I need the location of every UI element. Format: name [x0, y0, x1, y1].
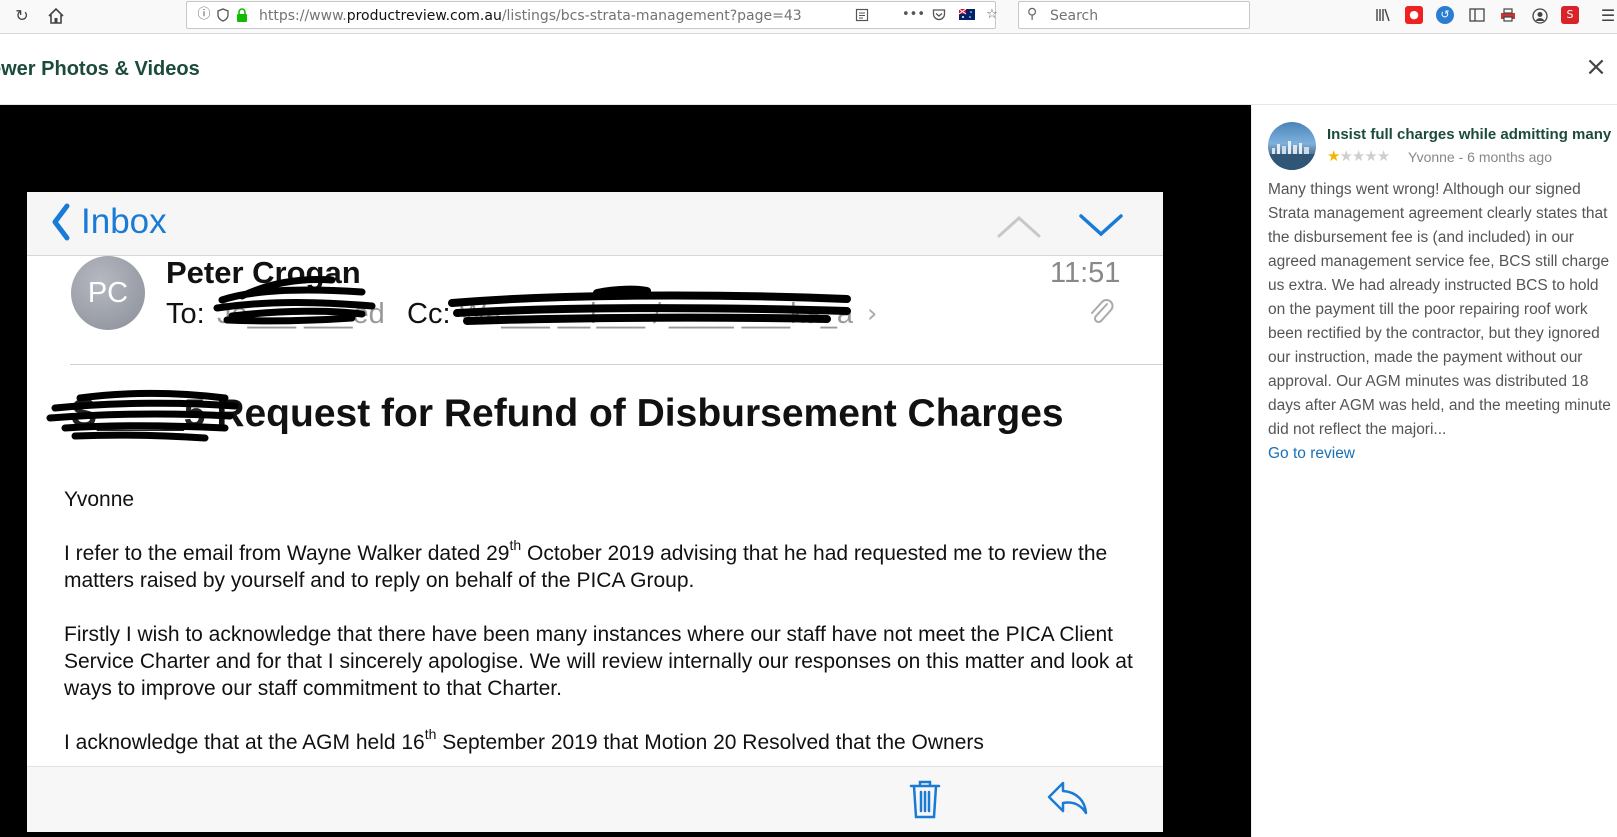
attachment-icon — [1091, 299, 1114, 324]
url-text[interactable]: https://www.productreview.com.au/listing… — [259, 6, 802, 26]
extension-blue-icon[interactable]: ↺ — [1436, 6, 1454, 24]
star-empty-icon: ★ — [1339, 147, 1352, 165]
sender-name: Peter Crogan — [166, 255, 361, 290]
search-input[interactable]: Search — [1050, 6, 1098, 26]
close-icon[interactable]: × — [1585, 54, 1607, 80]
chevron-down-icon — [1079, 214, 1123, 237]
star-filled-icon: ★ — [1327, 147, 1340, 165]
subject-text: Request for Refund of Disbursement Charg… — [216, 392, 1064, 435]
reload-icon[interactable]: ↻ — [10, 4, 34, 28]
avatar: PC — [71, 256, 145, 330]
home-icon[interactable] — [44, 4, 68, 28]
extension-s-icon[interactable]: S — [1561, 6, 1579, 24]
print-icon[interactable] — [1496, 4, 1520, 28]
pocket-icon[interactable] — [930, 5, 948, 25]
subject-prefix-redacted: S____5 — [71, 392, 206, 435]
australia-flag-icon[interactable] — [958, 5, 976, 25]
header-divider — [70, 364, 1163, 365]
reply-icon — [1047, 781, 1088, 815]
salutation: Yvonne — [64, 488, 135, 511]
sidebar-icon[interactable] — [1465, 4, 1489, 28]
star-empty-icon: ★ — [1376, 147, 1390, 165]
chevron-right-icon: › — [867, 299, 878, 329]
url-bar[interactable]: ⓘ https://www.productreview.com.au/listi… — [186, 1, 998, 29]
menu-icon[interactable]: ☰ — [1596, 4, 1617, 28]
modal-header: ewer Photos & Videos × — [0, 34, 1617, 105]
email-time: 11:51 — [1050, 257, 1121, 289]
cc-label: Cc: — [407, 298, 451, 330]
email-body: Yvonne I refer to the email from Wayne W… — [64, 486, 1144, 783]
bookmark-star-icon[interactable]: ☆ — [983, 5, 1001, 25]
star-empty-icon: ★ — [1351, 147, 1365, 165]
paragraph-2: Firstly I wish to acknowledge that there… — [64, 623, 1133, 700]
star-empty-icon: ★ — [1364, 147, 1377, 165]
review-meta: Yvonne - 6 months ago — [1408, 149, 1553, 165]
page-actions-icon[interactable]: ••• — [902, 5, 925, 25]
go-to-review-link[interactable]: Go to review — [1268, 444, 1355, 464]
email-screenshot: Inbox PC Peter Crogan 11:51 To: Jo___ __… — [27, 192, 1163, 832]
review-title[interactable]: Insist full charges while admitting many — [1327, 125, 1617, 145]
review-age: 6 months ago — [1467, 149, 1553, 165]
mail-bottom-toolbar — [27, 766, 1163, 832]
star-rating: ★★★★★ — [1327, 147, 1390, 165]
library-icon[interactable] — [1371, 4, 1395, 28]
modal-title: ewer Photos & Videos — [0, 58, 200, 80]
to-label: To: — [166, 298, 205, 330]
browser-toolbar: ↻ ⓘ https://www.productreview.com.au/lis… — [0, 0, 1617, 34]
email-subject: S____5 Request for Refund of Disbursemen… — [71, 392, 1064, 436]
account-icon[interactable] — [1528, 4, 1552, 28]
cc-recipients-redacted: Wa___ __l___ / ____ ___ka_a — [459, 298, 853, 330]
chevron-up-icon — [997, 215, 1041, 238]
mail-navbar: Inbox — [27, 192, 1163, 256]
to-recipient-redacted: Jo___ ___ed — [217, 298, 385, 330]
paragraph-3: I acknowledge that at the AGM held 16th … — [64, 726, 984, 754]
back-chevron-icon — [52, 203, 70, 241]
search-icon: ⚲ — [1027, 6, 1038, 22]
extension-red-icon[interactable]: ● — [1405, 6, 1423, 24]
lock-icon[interactable] — [233, 5, 251, 25]
review-panel: Insist full charges while admitting many… — [1251, 105, 1617, 837]
search-bar[interactable]: ⚲ Search — [1018, 1, 1250, 29]
info-icon[interactable]: ⓘ — [195, 5, 213, 25]
inbox-back-button: Inbox — [81, 202, 167, 241]
paragraph-1: I refer to the email from Wayne Walker d… — [64, 537, 1108, 592]
shield-icon[interactable] — [214, 5, 232, 25]
reader-view-icon[interactable] — [853, 5, 871, 25]
trash-icon — [909, 780, 941, 819]
review-excerpt: Many things went wrong! Although our sig… — [1268, 181, 1611, 438]
reviewer-avatar — [1268, 122, 1316, 170]
review-author: Yvonne — [1408, 149, 1455, 165]
